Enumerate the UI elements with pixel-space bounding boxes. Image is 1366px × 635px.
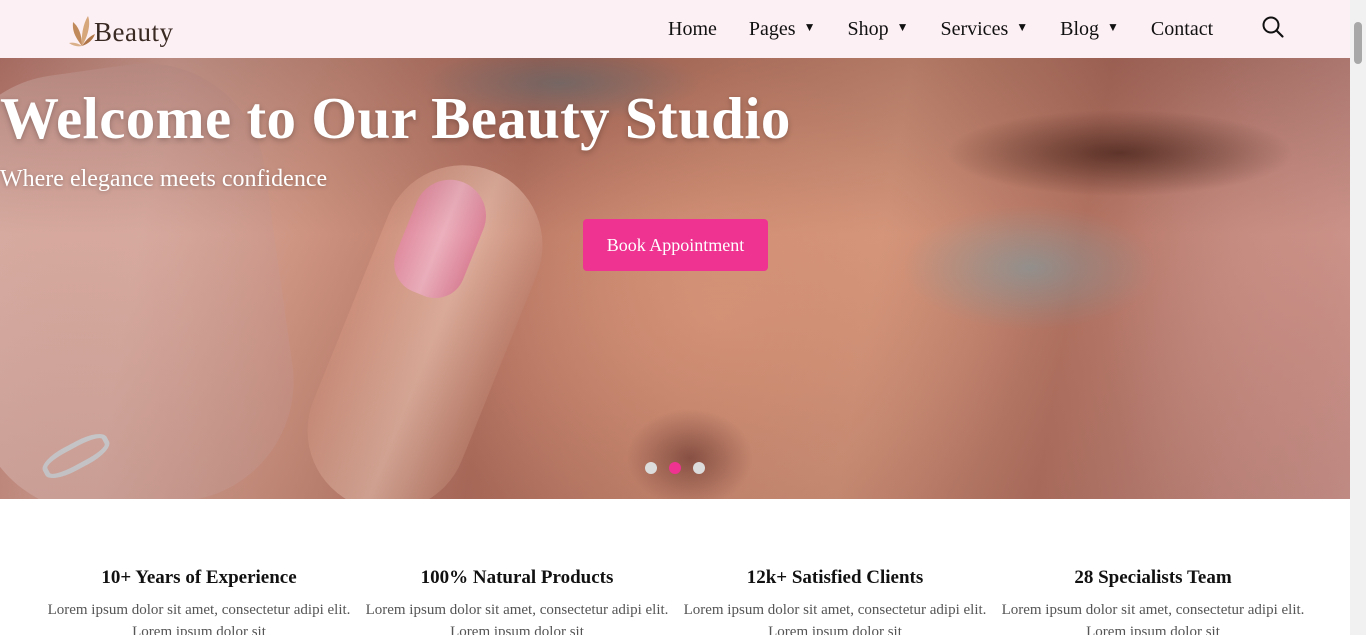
caret-down-icon: ▼ <box>1016 19 1029 34</box>
nav-item-label: Contact <box>1150 17 1214 40</box>
page: Beauty Home Pages ▼ Shop ▼ Services ▼ Bl… <box>0 0 1366 635</box>
nav-item-label: Services <box>940 17 1009 40</box>
logo-text: Beauty <box>94 17 174 47</box>
nav-item-pages[interactable]: Pages ▼ <box>749 18 816 41</box>
leaf-logo-icon <box>69 16 95 47</box>
feature-text: Lorem ipsum dolor sit amet, consectetur … <box>365 602 669 635</box>
nav-item-shop[interactable]: Shop ▼ <box>847 18 908 41</box>
caret-down-icon: ▼ <box>1107 19 1119 34</box>
slider-dot[interactable] <box>693 462 705 474</box>
book-appointment-button[interactable]: Book Appointment <box>583 219 768 271</box>
scrollbar-thumb[interactable] <box>1354 22 1362 64</box>
feature-card: 12k+ Satisfied Clients Lorem ipsum dolor… <box>676 567 994 635</box>
hero-title: Welcome to Our Beauty Studio <box>0 85 791 151</box>
slider-dot[interactable] <box>645 462 657 474</box>
caret-down-icon: ▼ <box>803 19 816 34</box>
site-header: Beauty Home Pages ▼ Shop ▼ Services ▼ Bl… <box>0 0 1350 58</box>
feature-title: 100% Natural Products <box>420 567 614 588</box>
feature-text: Lorem ipsum dolor sit amet, consectetur … <box>1001 602 1305 635</box>
page-scrollbar[interactable] <box>1350 0 1366 635</box>
nav-item-blog[interactable]: Blog ▼ <box>1060 18 1119 41</box>
feature-card: 10+ Years of Experience Lorem ipsum dolo… <box>40 567 358 635</box>
nav-item-label: Blog <box>1060 17 1100 40</box>
feature-text: Lorem ipsum dolor sit amet, consectetur … <box>47 602 351 635</box>
feature-text: Lorem ipsum dolor sit amet, consectetur … <box>683 602 987 635</box>
nav-item-label: Shop <box>847 17 889 40</box>
slider-pagination <box>645 462 717 474</box>
nav-item-label: Home <box>668 17 717 40</box>
caret-down-icon: ▼ <box>896 19 909 34</box>
logo[interactable]: Beauty <box>68 6 173 48</box>
hero-subtitle: Where elegance meets confidence <box>0 166 328 192</box>
main-nav: Home Pages ▼ Shop ▼ Services ▼ Blog ▼ Co… <box>668 0 1213 58</box>
hero-slider: Welcome to Our Beauty Studio Where elega… <box>0 58 1350 499</box>
features-section: 10+ Years of Experience Lorem ipsum dolo… <box>0 499 1350 635</box>
feature-title: 12k+ Satisfied Clients <box>746 567 924 588</box>
search-icon <box>1262 16 1284 38</box>
slider-dot-active[interactable] <box>669 462 681 474</box>
nav-item-contact[interactable]: Contact <box>1151 18 1213 41</box>
feature-card: 28 Specialists Team Lorem ipsum dolor si… <box>994 567 1312 635</box>
nav-item-label: Pages <box>748 17 796 40</box>
search-button[interactable] <box>1261 15 1285 39</box>
feature-title: 28 Specialists Team <box>1074 567 1232 588</box>
feature-card: 100% Natural Products Lorem ipsum dolor … <box>358 567 676 635</box>
nav-item-home[interactable]: Home <box>668 18 717 41</box>
feature-title: 10+ Years of Experience <box>101 567 297 588</box>
nav-item-services[interactable]: Services ▼ <box>940 18 1028 41</box>
